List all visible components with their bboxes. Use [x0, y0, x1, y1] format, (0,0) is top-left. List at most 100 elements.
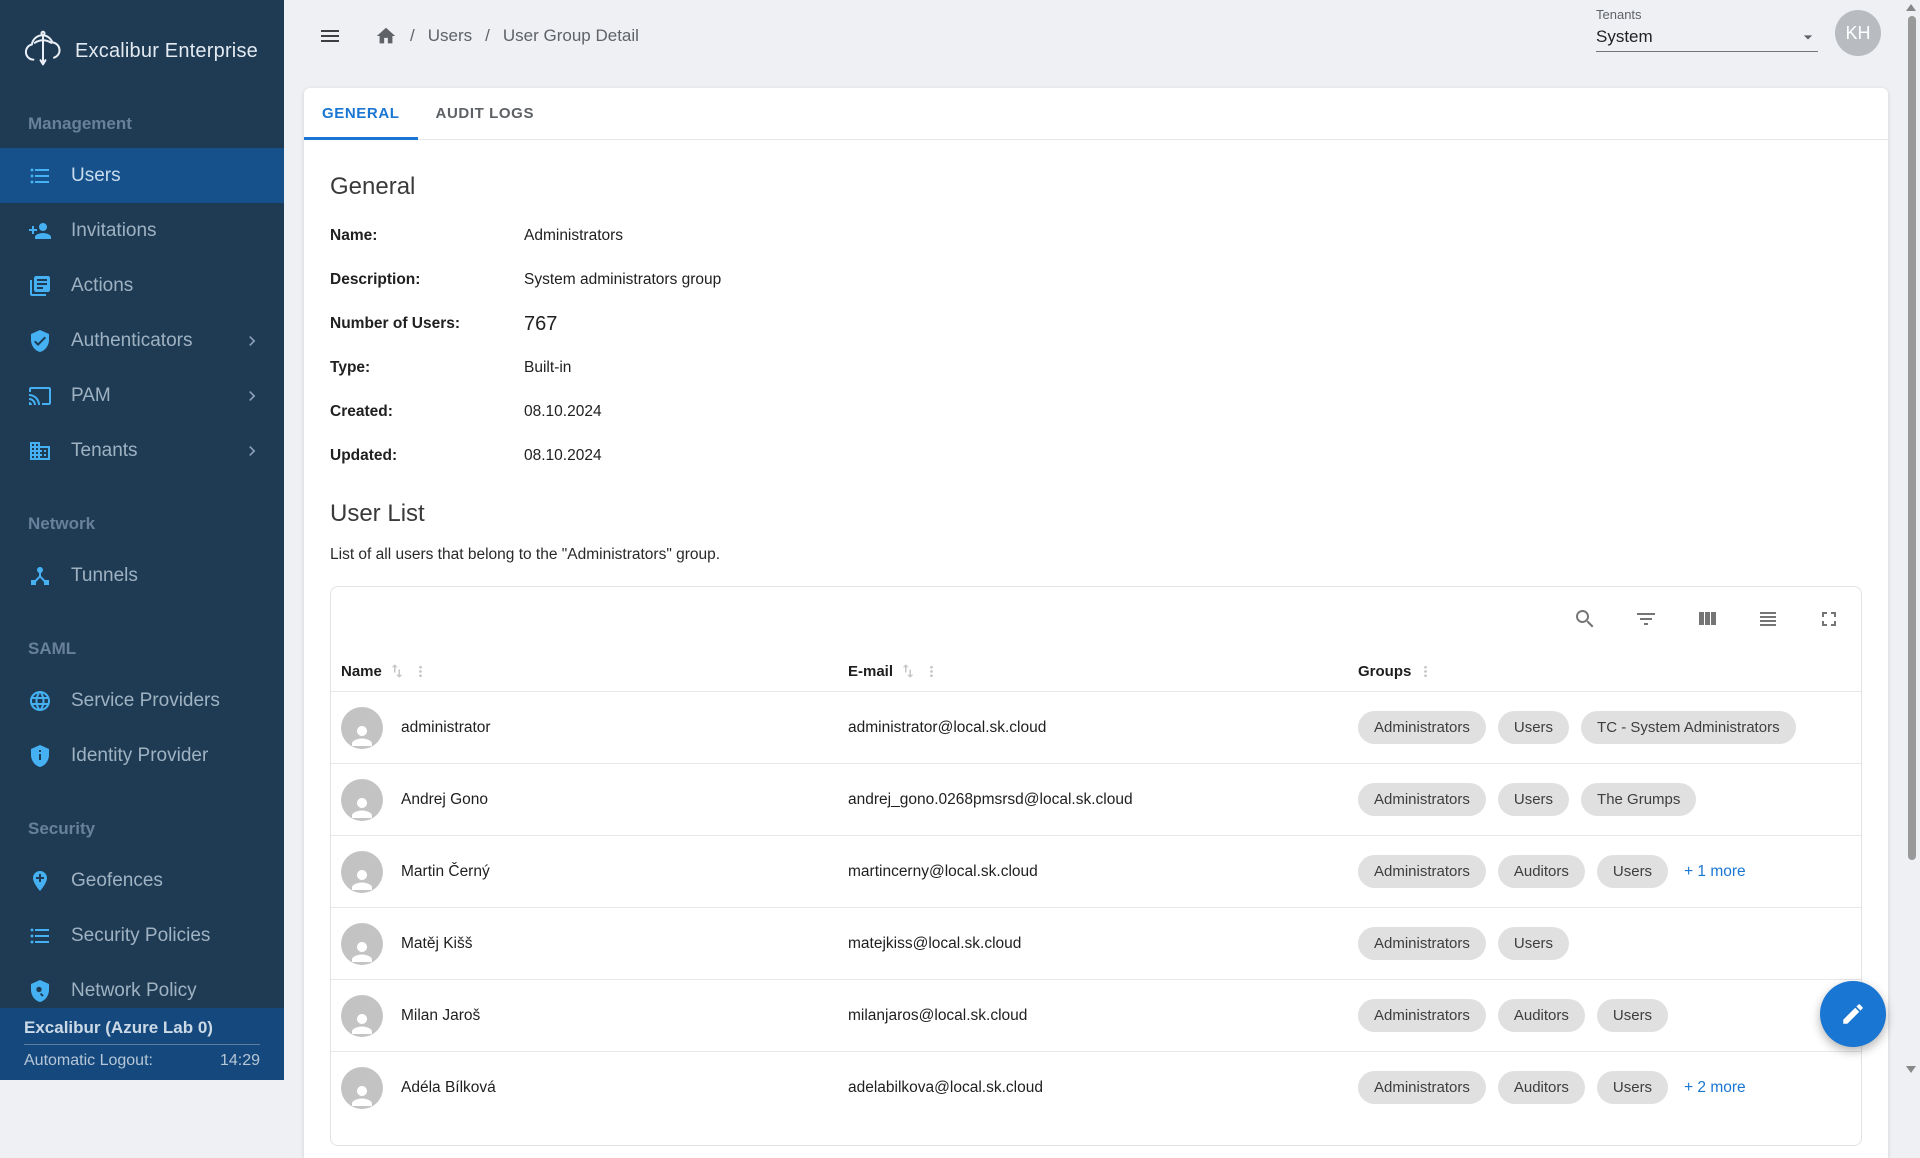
topbar: / Users / User Group Detail Tenants Syst… [284, 0, 1920, 72]
table-header-row: Name E-mail Groups [331, 651, 1861, 691]
column-label: Groups [1358, 663, 1411, 680]
sidebar-item-label: PAM [71, 385, 111, 407]
nav-section-label: Security [0, 817, 284, 841]
density-icon[interactable] [1756, 607, 1780, 631]
home-icon[interactable] [375, 25, 397, 47]
column-label: Name [341, 663, 382, 680]
avatar [341, 1067, 383, 1109]
field-label: Created: [330, 403, 524, 421]
cell-groups: AdministratorsAuditorsUsers+ 2 more [1358, 1071, 1861, 1104]
sidebar-item-tunnels[interactable]: Tunnels [0, 548, 284, 603]
globe-icon [28, 689, 52, 713]
person-icon [347, 721, 377, 749]
tab-general[interactable]: GENERAL [304, 88, 418, 139]
person-icon [347, 793, 377, 821]
person-add-icon [28, 219, 52, 243]
fullscreen-icon[interactable] [1817, 607, 1841, 631]
field-value: 08.10.2024 [524, 403, 602, 421]
sidebar-section-security: SecurityGeofencesSecurity PoliciesNetwor… [0, 817, 284, 1018]
breadcrumb-separator: / [410, 26, 415, 46]
tab-audit-logs[interactable]: AUDIT LOGS [418, 88, 553, 139]
environment-name: Excalibur (Azure Lab 0) [24, 1018, 260, 1038]
cell-name: administrator [331, 707, 848, 749]
sidebar-item-tenants[interactable]: Tenants [0, 423, 284, 478]
table-row-ad-la-b-lkov[interactable]: Adéla Bílkováadelabilkova@local.sk.cloud… [331, 1051, 1861, 1123]
breadcrumb: / Users / User Group Detail [375, 25, 639, 47]
footer-divider [24, 1044, 260, 1045]
logo-row: Excalibur Enterprise [0, 0, 284, 102]
table-row-administrator[interactable]: administrator administrator@local.sk.clou… [331, 691, 1861, 763]
cell-groups: AdministratorsAuditorsUsers [1358, 999, 1861, 1032]
sidebar-item-invitations[interactable]: Invitations [0, 203, 284, 258]
sidebar-item-identity-provider[interactable]: Identity Provider [0, 728, 284, 783]
user-name: Andrej Gono [401, 791, 488, 809]
tenant-select[interactable]: Tenants System [1596, 7, 1818, 52]
breadcrumb-user-group-detail[interactable]: User Group Detail [503, 26, 639, 46]
sidebar-item-service-providers[interactable]: Service Providers [0, 673, 284, 728]
sidebar-item-actions[interactable]: Actions [0, 258, 284, 313]
field-label: Name: [330, 227, 524, 245]
column-menu-icon[interactable] [1417, 663, 1434, 680]
table-row-mat-j-ki[interactable]: Matěj Kiššmatejkiss@local.sk.cloudAdmini… [331, 907, 1861, 979]
column-header-groups: Groups [1358, 663, 1861, 680]
user-list-description: List of all users that belong to the "Ad… [330, 545, 1862, 565]
app-title: Excalibur Enterprise [75, 40, 258, 63]
general-heading: General [330, 171, 1862, 203]
sidebar-item-geofences[interactable]: Geofences [0, 853, 284, 908]
tenant-value: System [1596, 27, 1653, 47]
group-chip-administrators: Administrators [1358, 711, 1486, 744]
group-chip-users: Users [1597, 999, 1668, 1032]
nav-section-label: Network [0, 512, 284, 536]
more-groups-link[interactable]: + 2 more [1684, 1079, 1746, 1097]
scrollbar-thumb[interactable] [1908, 16, 1916, 860]
user-avatar[interactable]: KH [1835, 10, 1881, 56]
more-groups-link[interactable]: + 1 more [1684, 863, 1746, 881]
user-name: Adéla Bílková [401, 1079, 496, 1097]
column-menu-icon[interactable] [412, 663, 429, 680]
sidebar-item-label: Users [71, 165, 121, 187]
table-row-milan-jaro[interactable]: Milan Jarošmilanjaros@local.sk.cloudAdmi… [331, 979, 1861, 1051]
user-name: administrator [401, 719, 491, 737]
sidebar-item-label: Geofences [71, 870, 163, 892]
search-icon[interactable] [1573, 607, 1597, 631]
field-value: System administrators group [524, 271, 721, 289]
columns-icon[interactable] [1695, 607, 1719, 631]
group-chip-users: Users [1597, 1071, 1668, 1104]
edit-fab-button[interactable] [1820, 981, 1886, 1047]
sidebar-item-label: Identity Provider [71, 745, 208, 767]
sort-icon[interactable] [388, 662, 406, 680]
chevron-right-icon [242, 441, 262, 461]
pencil-icon [1840, 1001, 1866, 1027]
chevron-down-icon [1798, 27, 1818, 47]
sidebar-item-users[interactable]: Users [0, 148, 284, 203]
scrollbar-down-arrow[interactable] [1906, 1066, 1916, 1073]
filter-icon[interactable] [1634, 607, 1658, 631]
user-email: matejkiss@local.sk.cloud [848, 935, 1358, 953]
cell-groups: AdministratorsUsersThe Grumps [1358, 783, 1861, 816]
hamburger-menu-icon[interactable] [318, 24, 342, 48]
cell-groups: AdministratorsAuditorsUsers+ 1 more [1358, 855, 1861, 888]
sidebar-item-pam[interactable]: PAM [0, 368, 284, 423]
field-value: 767 [524, 313, 557, 336]
sidebar-item-security-policies[interactable]: Security Policies [0, 908, 284, 963]
tab-bar: GENERAL AUDIT LOGS [304, 88, 1888, 140]
group-chip-tc-system-administrators: TC - System Administrators [1581, 711, 1796, 744]
group-chip-users: Users [1498, 927, 1569, 960]
sort-icon[interactable] [899, 662, 917, 680]
user-name: Martin Černý [401, 863, 490, 881]
list-icon [28, 164, 52, 188]
hub-icon [28, 564, 52, 588]
user-email: administrator@local.sk.cloud [848, 719, 1358, 737]
scrollbar-up-arrow[interactable] [1906, 4, 1916, 11]
table-row-martin-ern[interactable]: Martin Černýmartincerny@local.sk.cloudAd… [331, 835, 1861, 907]
user-email: andrej_gono.0268pmsrsd@local.sk.cloud [848, 791, 1358, 809]
group-chip-users: Users [1498, 711, 1569, 744]
column-menu-icon[interactable] [923, 663, 940, 680]
table-row-andrej-gono[interactable]: Andrej Gono andrej_gono.0268pmsrsd@local.… [331, 763, 1861, 835]
avatar [341, 995, 383, 1037]
breadcrumb-users[interactable]: Users [428, 26, 472, 46]
sidebar-item-label: Actions [71, 275, 133, 297]
sidebar-item-authenticators[interactable]: Authenticators [0, 313, 284, 368]
user-email: milanjaros@local.sk.cloud [848, 1007, 1358, 1025]
sidebar-section-saml: SAMLService ProvidersIdentity Provider [0, 637, 284, 783]
